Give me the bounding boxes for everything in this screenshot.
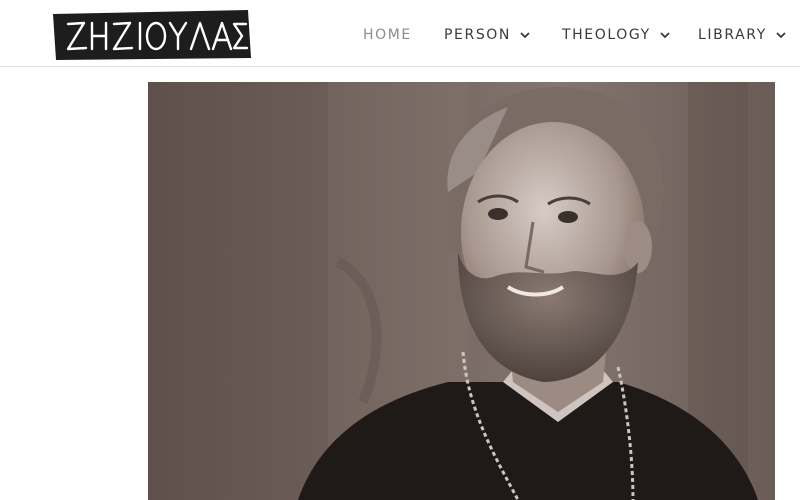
nav-item-person[interactable]: PERSON [444, 25, 531, 45]
nav-item-theology-label: THEOLOGY [562, 27, 651, 43]
nav-item-home[interactable]: HOME [363, 25, 412, 45]
nav-item-library-label: LIBRARY [698, 27, 767, 43]
hero-photo [148, 82, 775, 500]
nav-item-library[interactable]: LIBRARY [698, 25, 787, 45]
site-header: HOME PERSON THEOLOGY LIBRARY [0, 0, 800, 67]
chevron-down-icon [660, 32, 670, 39]
nav-item-home-label: HOME [363, 27, 412, 43]
chevron-down-icon [520, 32, 530, 39]
chevron-down-icon [776, 32, 786, 39]
nav-item-person-label: PERSON [444, 27, 511, 43]
nav-item-theology[interactable]: THEOLOGY [562, 25, 671, 45]
portrait-image [148, 82, 775, 500]
main-nav: HOME PERSON THEOLOGY LIBRARY [0, 0, 800, 67]
